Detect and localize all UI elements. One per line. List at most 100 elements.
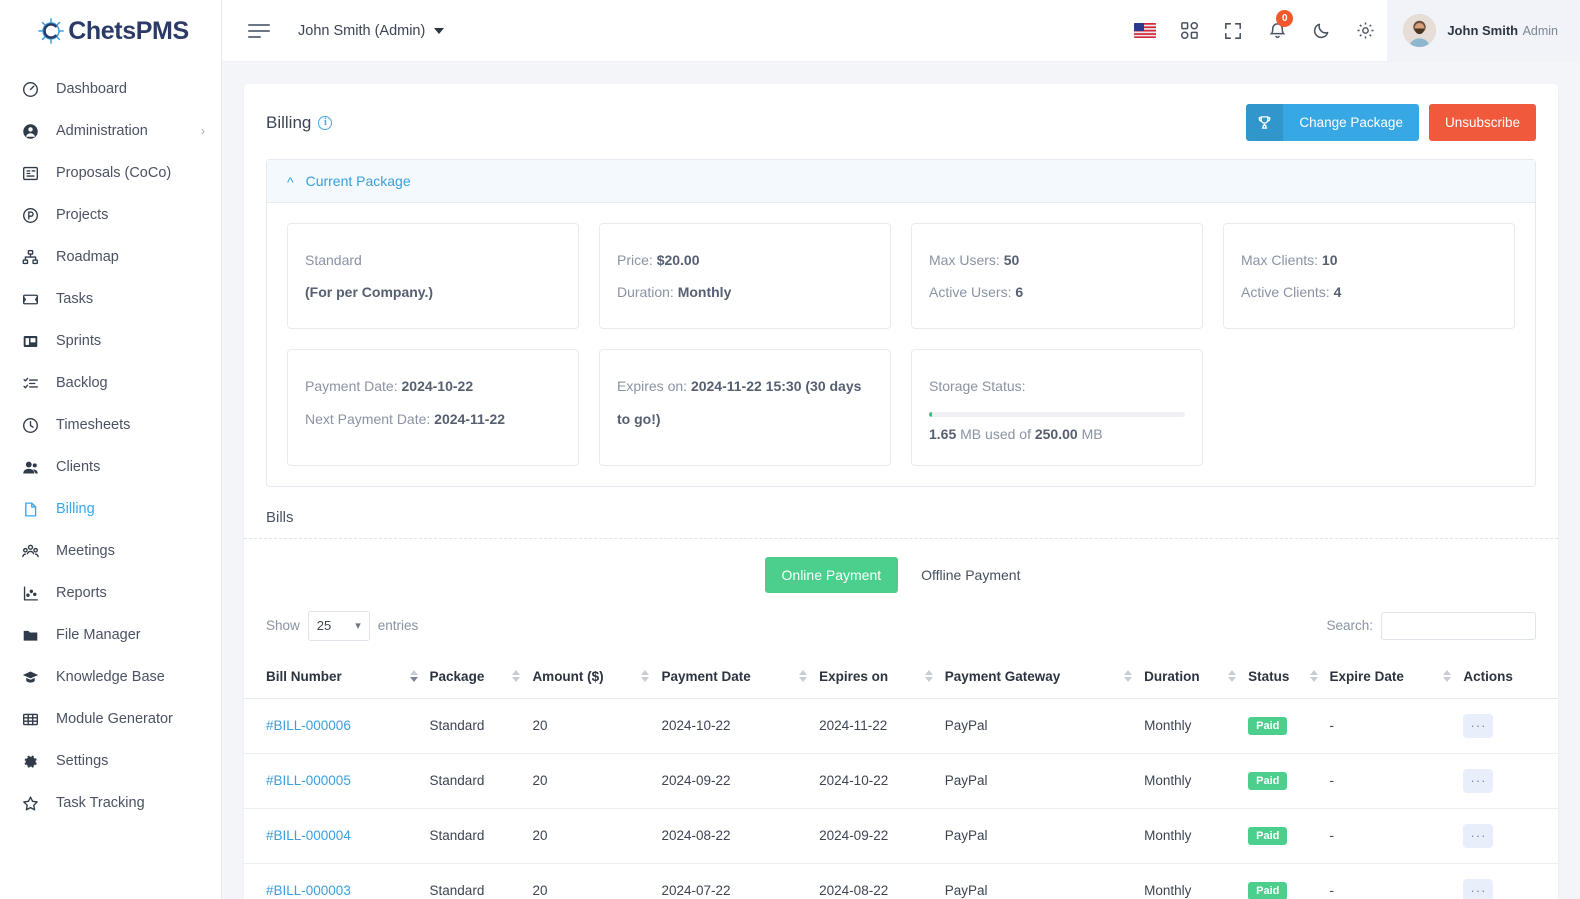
sidebar-item-file-manager[interactable]: File Manager [0,614,221,656]
info-icon[interactable]: i [318,115,333,130]
sprints-icon [22,331,44,351]
star-icon [22,793,44,813]
bills-section-title: Bills [266,508,294,526]
sort-indicator-icon[interactable] [512,670,521,683]
change-package-button[interactable]: Change Package [1246,104,1419,141]
column-header-label: Actions [1463,668,1513,684]
sidebar-item-clients[interactable]: Clients [0,446,221,488]
sidebar-item-billing[interactable]: Billing [0,488,221,530]
sidebar-item-meetings[interactable]: Meetings [0,530,221,572]
topbar: John Smith (Admin) 0 John Smith Admin [222,0,1580,62]
projects-icon [22,205,44,225]
main-area: John Smith (Admin) 0 John Smith Admin Bi… [222,0,1580,899]
hamburger-icon[interactable] [248,23,270,38]
bill-number-link[interactable]: #BILL-000004 [266,828,351,843]
topbar-right: 0 John Smith Admin [1123,0,1580,62]
active-users-label: Active Users: [929,284,1012,301]
speedometer-icon [22,79,44,99]
sidebar-item-roadmap[interactable]: Roadmap [0,236,221,278]
logo[interactable]: ChetsPMS [0,0,221,62]
storage-mid: used of [985,425,1031,442]
sidebar-item-module-generator[interactable]: Module Generator [0,698,221,740]
column-header-label: Expires on [819,668,889,684]
sidebar-item-proposals-coco[interactable]: Proposals (CoCo) [0,152,221,194]
profile-menu[interactable]: John Smith Admin [1387,0,1580,62]
row-actions-button[interactable]: ··· [1463,768,1494,793]
column-header-payment-date[interactable]: Payment Date [661,654,820,699]
bill-number-link[interactable]: #BILL-000003 [266,883,351,898]
sidebar-item-reports[interactable]: Reports [0,572,221,614]
chevron-up-icon: ^ [287,174,294,190]
column-header-amount[interactable]: Amount ($) [532,654,662,699]
tab-offline-payment[interactable]: Offline Payment [904,557,1037,593]
payment-tabs: Online Payment Offline Payment [244,537,1558,611]
column-header-label: Bill Number [266,668,342,684]
column-header-duration[interactable]: Duration [1144,654,1249,699]
table-row: #BILL-000003 Standard 20 2024-07-22 2024-08-… [244,863,1558,899]
duration-value: Monthly [677,284,732,301]
gear-icon[interactable] [1343,0,1387,62]
cell-payment-gateway: PayPal [944,698,1145,754]
sidebar-item-task-tracking[interactable]: Task Tracking [0,782,221,824]
expires-on-row: Expires on: 2024-11-22 15:30 (30 days to… [617,370,873,434]
current-package-toggle[interactable]: ^ Current Package [267,160,1535,203]
folder-icon [22,625,44,645]
user-switch-dropdown[interactable]: John Smith (Admin) [298,23,445,39]
bell-icon[interactable]: 0 [1255,0,1299,62]
show-entries-control: Show 25 ▾ entries [266,610,418,641]
duration-label: Duration: [617,284,674,301]
column-header-expires-on[interactable]: Expires on [819,654,945,699]
content-scroll[interactable]: Billing i Change Package Unsubscribe ^ C… [222,62,1580,899]
column-header-payment-gateway[interactable]: Payment Gateway [944,654,1145,699]
sidebar-item-timesheets[interactable]: Timesheets [0,404,221,446]
sort-indicator-icon[interactable] [409,670,418,683]
row-actions-button[interactable]: ··· [1463,878,1494,899]
sort-indicator-icon[interactable] [1228,670,1237,683]
apps-grid-icon[interactable] [1167,0,1211,62]
cell-status: Paid [1248,863,1330,899]
sort-indicator-icon[interactable] [799,670,808,683]
cell-duration: Monthly [1144,698,1249,754]
app-root: ChetsPMS Dashboard Administration › Proposa… [0,0,1580,899]
cell-amount: 20 [532,863,662,899]
sidebar-item-tasks[interactable]: Tasks [0,278,221,320]
sort-indicator-icon[interactable] [924,670,933,683]
sidebar-item-sprints[interactable]: Sprints [0,320,221,362]
payment-date-value: 2024-10-22 [401,378,474,395]
sidebar-item-backlog[interactable]: Backlog [0,362,221,404]
next-payment-date-value: 2024-11-22 [434,410,506,427]
storage-progress-fill [929,411,933,417]
sidebar-item-knowledge-base[interactable]: Knowledge Base [0,656,221,698]
sidebar-item-projects[interactable]: Projects [0,194,221,236]
search-input[interactable] [1381,611,1536,640]
tab-online-payment[interactable]: Online Payment [764,556,899,593]
bill-number-link[interactable]: #BILL-000006 [266,718,351,733]
page-size-select[interactable]: 25 ▾ [307,610,370,641]
cell-payment-date: 2024-08-22 [661,808,820,864]
price-label: Price: [617,252,653,268]
dark-mode-moon-icon[interactable] [1299,0,1343,62]
flag-us-icon[interactable] [1123,0,1167,62]
column-header-bill-number[interactable]: Bill Number [244,654,430,699]
sort-indicator-icon[interactable] [1443,670,1452,683]
row-actions-button[interactable]: ··· [1463,713,1494,738]
sort-indicator-icon[interactable] [1309,670,1318,683]
column-header-status[interactable]: Status [1248,654,1330,699]
row-actions-button[interactable]: ··· [1463,823,1494,848]
column-header-actions[interactable]: Actions [1463,654,1558,699]
clock-icon [22,415,44,435]
column-header-expire-date[interactable]: Expire Date [1329,654,1464,699]
column-header-label: Expire Date [1329,668,1404,684]
unsubscribe-button[interactable]: Unsubscribe [1428,104,1536,141]
sort-indicator-icon[interactable] [1124,670,1133,683]
page-title-text: Billing [266,112,312,132]
sidebar-item-administration[interactable]: Administration › [0,110,221,152]
sidebar-item-settings[interactable]: Settings [0,740,221,782]
column-header-package[interactable]: Package [429,654,533,699]
sort-indicator-icon[interactable] [641,670,650,683]
bill-number-link[interactable]: #BILL-000005 [266,773,351,788]
sidebar-item-dashboard[interactable]: Dashboard [0,68,221,110]
meetings-icon [22,541,44,561]
fullscreen-icon[interactable] [1211,0,1255,62]
status-badge: Paid [1248,771,1288,790]
